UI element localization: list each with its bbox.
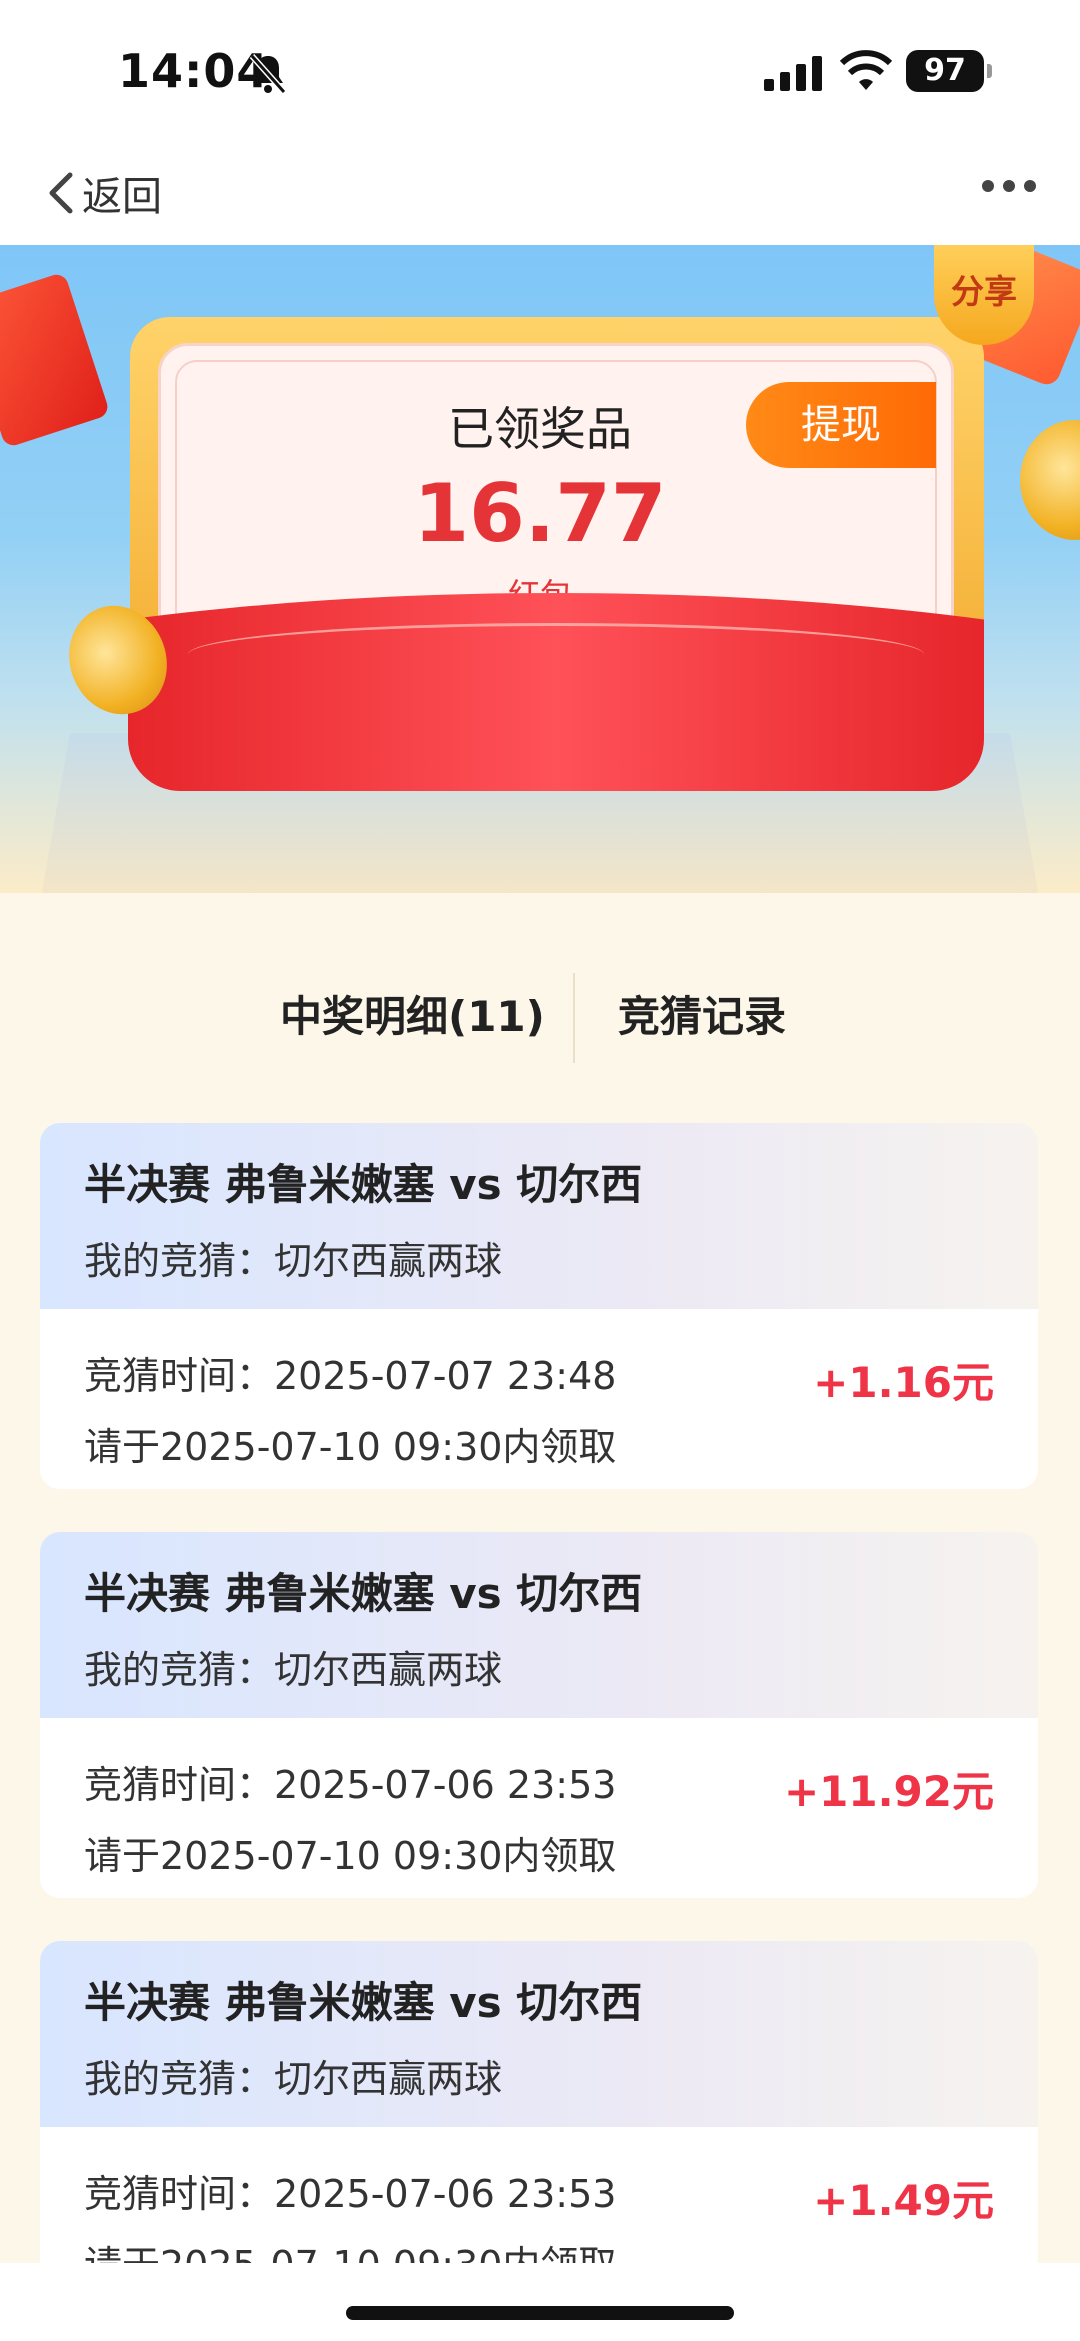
- match-title: 半决赛 弗鲁米嫩塞 vs 切尔西: [84, 1160, 643, 1209]
- prize-banner: 已领奖品 16.77 红包 提现 分享: [0, 245, 1080, 893]
- record-card[interactable]: 半决赛 弗鲁米嫩塞 vs 切尔西 我的竞猜：切尔西赢两球 竞猜时间：2025-0…: [40, 1123, 1038, 1489]
- prize-value: +11.92元: [783, 1767, 994, 1816]
- tab-bar: 中奖明细(11) 竞猜记录: [0, 973, 1080, 1083]
- tab-prize-details[interactable]: 中奖明细(11): [280, 983, 545, 1044]
- chevron-left-icon: [49, 172, 73, 214]
- withdraw-button[interactable]: 提现: [746, 382, 936, 468]
- home-indicator[interactable]: [346, 2306, 734, 2320]
- back-label: 返回: [82, 174, 162, 220]
- claim-deadline: 请于2025-07-10 09:30内领取: [84, 1425, 617, 1469]
- prize-value: +1.49元: [813, 2176, 994, 2225]
- records-section: 中奖明细(11) 竞猜记录 半决赛 弗鲁米嫩塞 vs 切尔西 我的竞猜：切尔西赢…: [0, 893, 1080, 2307]
- signal-icon: [764, 55, 822, 91]
- match-title: 半决赛 弗鲁米嫩塞 vs 切尔西: [84, 1569, 643, 1618]
- back-button[interactable]: 返回: [44, 164, 162, 222]
- my-guess: 我的竞猜：切尔西赢两球: [84, 1648, 503, 1692]
- prize-value: +1.16元: [813, 1358, 994, 1407]
- prize-amount: 16.77: [413, 467, 667, 560]
- match-title: 半决赛 弗鲁米嫩塞 vs 切尔西: [84, 1978, 643, 2027]
- record-card[interactable]: 半决赛 弗鲁米嫩塞 vs 切尔西 我的竞猜：切尔西赢两球 竞猜时间：2025-0…: [40, 1532, 1038, 1898]
- record-card[interactable]: 半决赛 弗鲁米嫩塞 vs 切尔西 我的竞猜：切尔西赢两球 竞猜时间：2025-0…: [40, 1941, 1038, 2307]
- wifi-icon: [840, 50, 892, 90]
- claim-deadline: 请于2025-07-10 09:30内领取: [84, 1834, 617, 1878]
- my-guess: 我的竞猜：切尔西赢两球: [84, 2057, 503, 2101]
- bottom-safe-area: [0, 2263, 1080, 2341]
- envelope-front: [128, 593, 984, 791]
- tab-divider: [573, 973, 575, 1063]
- bell-muted-icon: [249, 54, 287, 94]
- more-options-icon[interactable]: [982, 180, 1036, 192]
- my-guess: 我的竞猜：切尔西赢两球: [84, 1239, 503, 1283]
- status-time: 14:04: [118, 44, 270, 98]
- status-bar: 14:04 97: [0, 0, 1080, 150]
- nav-bar: 返回: [0, 150, 1080, 245]
- battery-icon: 97: [906, 50, 992, 92]
- tab-guess-records[interactable]: 竞猜记录: [618, 983, 786, 1044]
- share-button[interactable]: 分享: [934, 245, 1034, 345]
